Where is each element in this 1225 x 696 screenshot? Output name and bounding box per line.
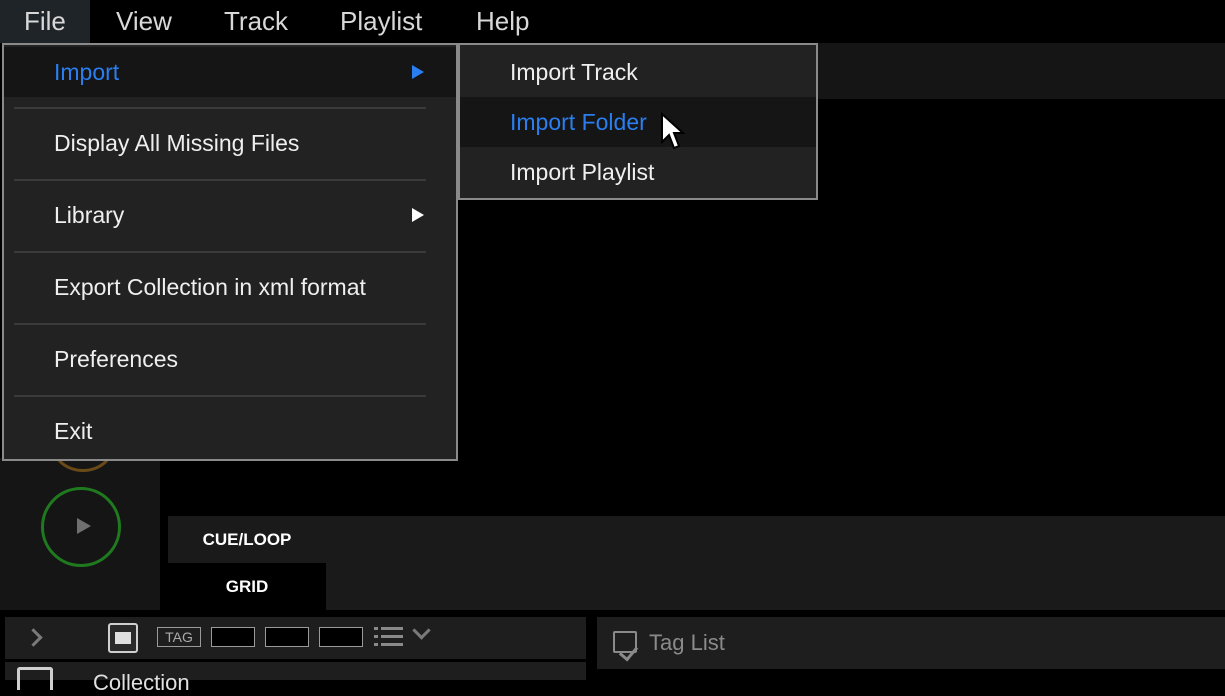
menu-item-import-track[interactable]: Import Track <box>460 47 816 97</box>
mouse-cursor-icon <box>661 112 686 150</box>
tab-grid[interactable]: GRID <box>168 563 326 610</box>
view-mode-icon[interactable] <box>108 623 138 653</box>
chevron-down-icon[interactable] <box>412 621 431 640</box>
menu-item-import-folder[interactable]: Import Folder <box>460 97 816 147</box>
menu-item-import-playlist[interactable]: Import Playlist <box>460 147 816 197</box>
menu-divider <box>14 323 426 325</box>
menu-bar: File View Track Playlist Help <box>0 0 1225 43</box>
play-button[interactable] <box>41 487 121 567</box>
menu-item-preferences-label: Preferences <box>54 346 179 372</box>
tab-cue-loop[interactable]: CUE/LOOP <box>168 516 326 563</box>
list-icon[interactable] <box>374 625 403 647</box>
tag-button[interactable]: TAG <box>157 627 201 647</box>
menu-item-import-label: Import <box>54 59 120 85</box>
menu-item-exit-label: Exit <box>54 418 93 444</box>
collection-icon <box>17 667 53 690</box>
menu-item-library[interactable]: Library <box>4 189 456 241</box>
play-icon <box>77 518 91 534</box>
menu-playlist[interactable]: Playlist <box>316 0 446 43</box>
menu-track[interactable]: Track <box>200 0 312 43</box>
menu-divider <box>14 395 426 397</box>
submenu-arrow-icon <box>412 65 424 79</box>
file-menu: Import Display All Missing Files Library… <box>2 43 458 461</box>
menu-help[interactable]: Help <box>452 0 553 43</box>
menu-view[interactable]: View <box>92 0 196 43</box>
menu-item-export-xml-label: Export Collection in xml format <box>54 274 366 300</box>
collection-row[interactable]: Collection <box>5 662 586 695</box>
filter-slot-1[interactable] <box>211 627 255 647</box>
menu-file[interactable]: File <box>0 0 90 43</box>
menu-item-library-label: Library <box>54 202 125 228</box>
tag-list-icon <box>613 631 637 653</box>
chevron-right-icon[interactable] <box>24 628 43 647</box>
menu-item-display-missing[interactable]: Display All Missing Files <box>4 117 456 169</box>
menu-item-exit[interactable]: Exit <box>4 405 456 457</box>
menu-item-export-xml[interactable]: Export Collection in xml format <box>4 261 456 313</box>
menu-divider <box>14 107 426 109</box>
submenu-arrow-icon <box>412 208 424 222</box>
tag-list-label: Tag List <box>649 630 725 655</box>
menu-item-preferences[interactable]: Preferences <box>4 333 456 385</box>
collection-label: Collection <box>93 670 190 695</box>
filter-slot-2[interactable] <box>265 627 309 647</box>
menu-divider <box>14 251 426 253</box>
menu-item-import[interactable]: Import <box>4 47 456 97</box>
filter-slot-3[interactable] <box>319 627 363 647</box>
menu-item-display-missing-label: Display All Missing Files <box>54 130 300 156</box>
menu-divider <box>14 179 426 181</box>
deck-tab-panel <box>168 516 1225 610</box>
tag-list-panel: Tag List <box>597 617 1225 669</box>
browser-toolbar: TAG <box>5 617 586 659</box>
import-submenu: Import Track Import Folder Import Playli… <box>458 43 818 200</box>
